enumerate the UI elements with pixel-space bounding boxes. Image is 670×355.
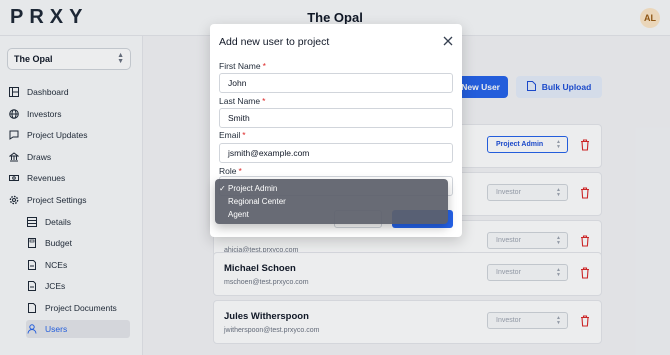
- required-mark: *: [262, 96, 266, 106]
- email-label: Email *: [219, 130, 246, 140]
- last-name-label: Last Name *: [219, 96, 265, 106]
- role-option-regional-center[interactable]: Regional Center: [219, 195, 439, 208]
- checkmark-icon: ✓: [219, 184, 226, 193]
- role-label: Role *: [219, 166, 242, 176]
- role-option-label: Regional Center: [228, 197, 286, 206]
- role-option-label: Project Admin: [228, 184, 278, 193]
- role-dropdown-menu: ✓ Project Admin Regional Center Agent: [215, 179, 448, 224]
- first-name-label: First Name *: [219, 61, 266, 71]
- first-name-field[interactable]: John: [219, 73, 453, 93]
- close-icon[interactable]: [443, 36, 453, 46]
- role-option-project-admin[interactable]: ✓ Project Admin: [219, 182, 439, 195]
- role-label-text: Role: [219, 166, 237, 176]
- required-mark: *: [262, 61, 266, 71]
- role-option-label: Agent: [228, 210, 249, 219]
- last-name-field[interactable]: Smith: [219, 108, 453, 128]
- email-label-text: Email: [219, 130, 241, 140]
- first-name-label-text: First Name: [219, 61, 261, 71]
- modal-title: Add new user to project: [219, 36, 330, 48]
- required-mark: *: [238, 166, 242, 176]
- role-option-agent[interactable]: Agent: [219, 208, 439, 221]
- email-field[interactable]: jsmith@example.com: [219, 143, 453, 163]
- last-name-label-text: Last Name: [219, 96, 261, 106]
- required-mark: *: [242, 130, 246, 140]
